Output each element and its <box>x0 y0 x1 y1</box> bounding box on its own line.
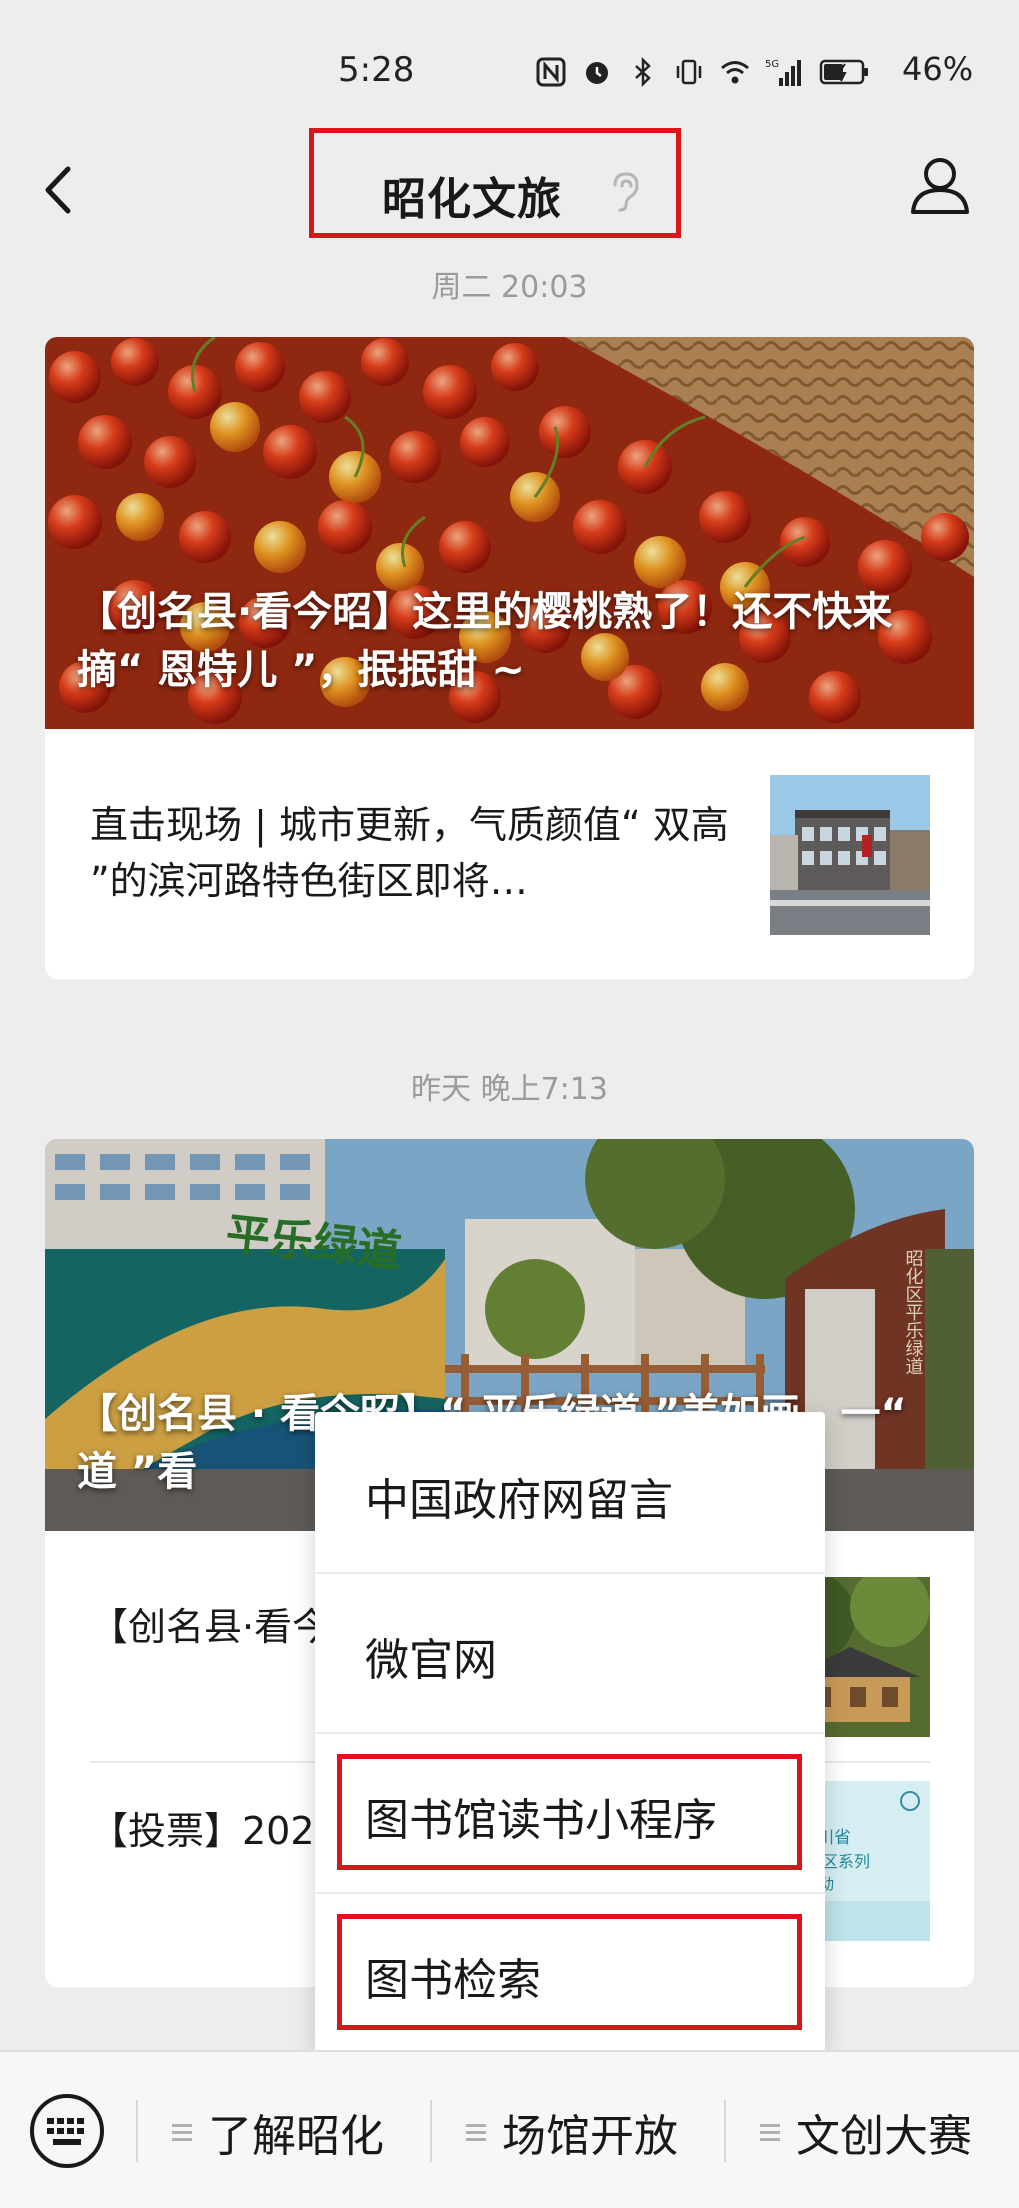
menu-separator <box>724 2100 726 2162</box>
message-timestamp: 昨天 晚上7:13 <box>411 1072 608 1107</box>
alarm-icon <box>586 62 608 84</box>
bottom-menu-bar: 了解昭化 场馆开放 文创大赛 <box>0 2050 1019 2208</box>
list-item[interactable]: 直击现场 | 城市更新，气质颜值“ 双高 ”的滨河路特色街区即将… <box>45 775 974 935</box>
status-time: 5:28 <box>338 50 415 90</box>
menu-label: 场馆开放 <box>502 2111 678 2162</box>
menu-lines-icon <box>760 2124 780 2141</box>
menu-venue-open[interactable]: 场馆开放 <box>466 2082 678 2182</box>
chat-header: 昭化文旅 <box>0 120 1019 255</box>
cover-article-title: 【创名县·看今昭】这里的樱桃熟了！还不快来摘“ 恩特儿 ”，抿抿甜 ~ <box>77 589 893 693</box>
article-card[interactable]: 【创名县·看今昭】这里的樱桃熟了！还不快来摘“ 恩特儿 ”，抿抿甜 ~ 直击现场… <box>45 337 974 979</box>
menu-know-zhaohua[interactable]: 了解昭化 <box>172 2082 384 2182</box>
menu-item-micro-site[interactable]: 微官网 <box>315 1572 825 1732</box>
keyboard-icon[interactable] <box>28 2092 106 2170</box>
menu-item-label: 中国政府网留言 <box>365 1475 673 1526</box>
status-icons: 5G <box>535 52 869 92</box>
battery-percent: 46% <box>902 50 974 88</box>
menu-lines-icon <box>172 2124 192 2141</box>
street-building-thumbnail <box>770 775 930 935</box>
person-icon[interactable] <box>905 150 975 220</box>
popup-menu: 中国政府网留言 微官网 图书馆读书小程序 图书检索 <box>315 1412 825 2052</box>
nfc-icon <box>536 57 566 87</box>
message-timestamp: 周二 20:03 <box>431 270 588 305</box>
menu-label: 了解昭化 <box>208 2111 384 2162</box>
menu-item-gov-message[interactable]: 中国政府网留言 <box>315 1412 825 1572</box>
title-highlight-box: 昭化文旅 <box>309 128 681 238</box>
status-bar: 5:28 5G 46% <box>0 0 1019 130</box>
vibrate-icon <box>676 59 702 85</box>
menu-separator <box>430 2100 432 2162</box>
chevron-left-icon[interactable] <box>30 155 90 225</box>
article-title: 直击现场 | 城市更新，气质颜值“ 双高 ”的滨河路特色街区即将… <box>90 803 729 903</box>
wifi-icon <box>721 61 749 84</box>
menu-creative-contest[interactable]: 文创大赛 <box>760 2082 972 2182</box>
page-title: 昭化文旅 <box>382 174 562 225</box>
svg-text:5G: 5G <box>765 59 779 70</box>
menu-separator <box>136 2100 138 2162</box>
bluetooth-icon <box>635 56 651 88</box>
ear-icon <box>613 172 639 212</box>
cover-article[interactable]: 【创名县·看今昭】这里的樱桃熟了！还不快来摘“ 恩特儿 ”，抿抿甜 ~ <box>45 337 974 729</box>
book-search-highlight-box <box>337 1914 802 2030</box>
library-miniprogram-highlight-box <box>337 1754 802 1870</box>
signal-icon: 5G <box>765 59 801 86</box>
menu-item-label: 微官网 <box>365 1635 497 1686</box>
menu-label: 文创大赛 <box>796 2111 972 2162</box>
menu-lines-icon <box>466 2124 486 2141</box>
battery-icon <box>819 59 868 85</box>
